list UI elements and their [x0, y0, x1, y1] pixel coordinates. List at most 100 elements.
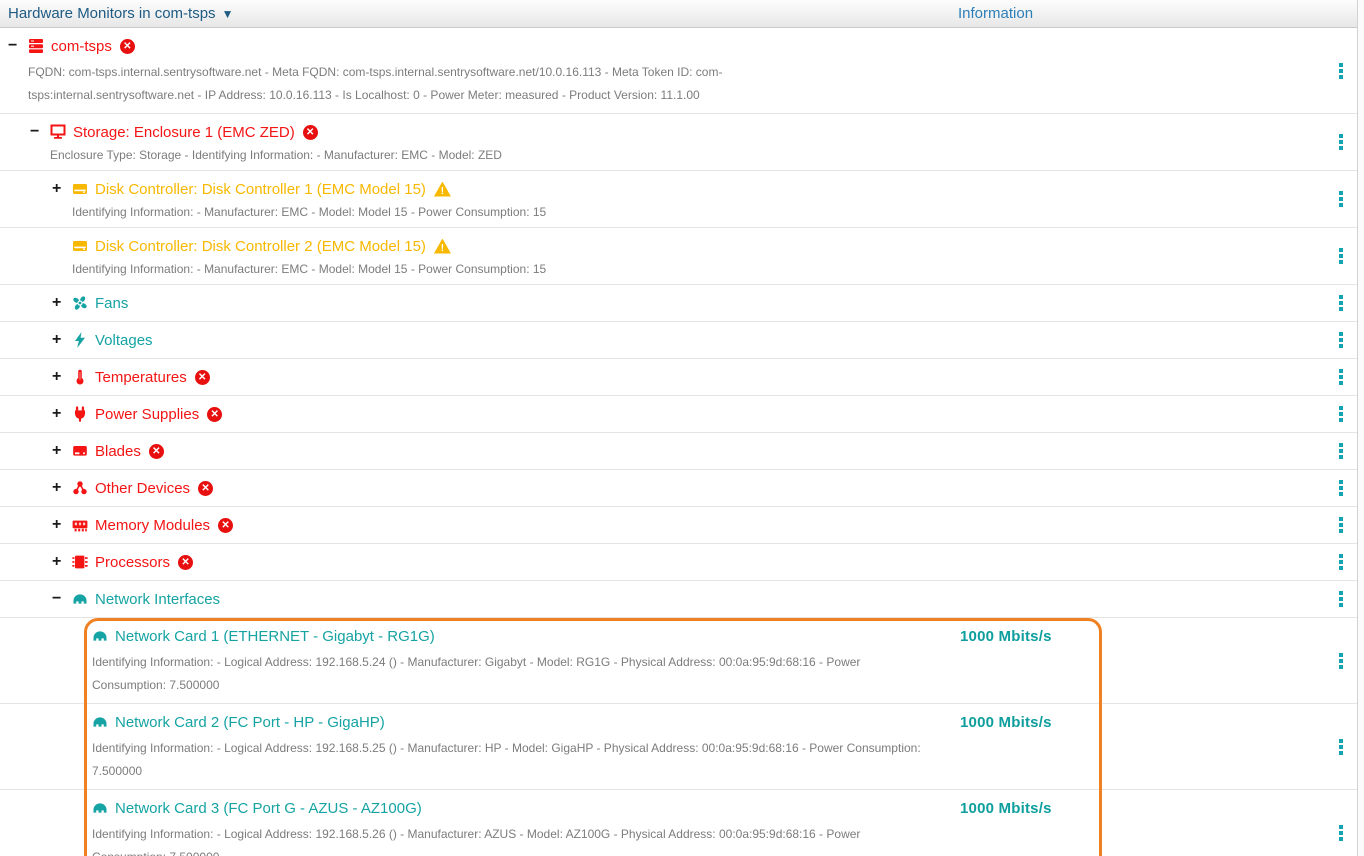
row-subtitle: FQDN: com-tsps.internal.sentrysoftware.n…	[28, 61, 806, 107]
disk-icon	[72, 238, 88, 254]
chevron-down-icon[interactable]: ▼	[222, 7, 234, 21]
expand-toggle[interactable]: +	[52, 182, 72, 196]
expand-toggle[interactable]: +	[52, 444, 72, 458]
expand-toggle[interactable]: −	[30, 125, 50, 139]
row-label[interactable]: com-tsps	[51, 38, 112, 55]
warning-badge-icon: !	[434, 239, 451, 254]
tree-row: + Disk Controller: Disk Controller 1 (EM…	[0, 171, 1357, 228]
plug-icon	[72, 406, 88, 422]
row-label[interactable]: Storage: Enclosure 1 (EMC ZED)	[73, 124, 295, 141]
kebab-menu-icon[interactable]	[1336, 440, 1346, 462]
error-badge-icon: ✕	[178, 555, 193, 570]
expand-toggle[interactable]: +	[52, 370, 72, 384]
row-subtitle: Enclosure Type: Storage - Identifying In…	[50, 147, 950, 164]
row-label[interactable]: Fans	[95, 295, 128, 312]
network-icon	[92, 800, 108, 816]
tree-row: − com-tsps ✕ FQDN: com-tsps.internal.sen…	[0, 28, 1357, 114]
devices-icon	[72, 480, 88, 496]
expand-toggle[interactable]: +	[52, 296, 72, 310]
error-badge-icon: ✕	[149, 444, 164, 459]
kebab-menu-icon[interactable]	[1336, 551, 1346, 573]
tree-row: Network Card 2 (FC Port - HP - GigaHP) I…	[0, 704, 1357, 790]
kebab-menu-icon[interactable]	[1336, 366, 1346, 388]
network-icon	[72, 591, 88, 607]
tree-row: + Blades ✕	[0, 433, 1357, 470]
network-icon	[92, 714, 108, 730]
kebab-menu-icon[interactable]	[1336, 292, 1346, 314]
kebab-menu-icon[interactable]	[1336, 245, 1346, 267]
tree-row: Network Card 1 (ETHERNET - Gigabyt - RG1…	[0, 618, 1357, 704]
page-title[interactable]: Hardware Monitors in com-tsps	[0, 5, 216, 22]
kebab-menu-icon[interactable]	[1336, 188, 1346, 210]
error-badge-icon: ✕	[120, 39, 135, 54]
kebab-menu-icon[interactable]	[1336, 477, 1346, 499]
warning-badge-icon: !	[434, 182, 451, 197]
error-badge-icon: ✕	[198, 481, 213, 496]
error-badge-icon: ✕	[303, 125, 318, 140]
row-value: 1000 Mbits/s	[960, 800, 1052, 817]
error-badge-icon: ✕	[195, 370, 210, 385]
error-badge-icon: ✕	[207, 407, 222, 422]
kebab-menu-icon[interactable]	[1336, 403, 1346, 425]
kebab-menu-icon[interactable]	[1336, 588, 1346, 610]
expand-toggle[interactable]: +	[52, 555, 72, 569]
expand-toggle[interactable]: +	[52, 518, 72, 532]
tree-row: + Power Supplies ✕	[0, 396, 1357, 433]
fan-icon	[72, 295, 88, 311]
tree-row: Disk Controller: Disk Controller 2 (EMC …	[0, 228, 1357, 285]
row-label[interactable]: Disk Controller: Disk Controller 1 (EMC …	[95, 181, 426, 198]
network-cards-group: Network Card 1 (ETHERNET - Gigabyt - RG1…	[0, 618, 1364, 856]
processor-icon	[72, 554, 88, 570]
memory-icon	[72, 517, 88, 533]
row-label[interactable]: Disk Controller: Disk Controller 2 (EMC …	[95, 238, 426, 255]
kebab-menu-icon[interactable]	[1336, 60, 1346, 82]
disk-icon	[72, 181, 88, 197]
kebab-menu-icon[interactable]	[1336, 650, 1346, 672]
expand-toggle[interactable]: +	[52, 481, 72, 495]
hardware-tree: − com-tsps ✕ FQDN: com-tsps.internal.sen…	[0, 28, 1357, 618]
tree-row: + Memory Modules ✕	[0, 507, 1357, 544]
bolt-icon	[72, 332, 88, 348]
tree-row: + Fans	[0, 285, 1357, 322]
kebab-menu-icon[interactable]	[1336, 822, 1346, 844]
scrollbar-track[interactable]	[1357, 0, 1364, 856]
row-label[interactable]: Temperatures	[95, 369, 187, 386]
kebab-menu-icon[interactable]	[1336, 514, 1346, 536]
row-label[interactable]: Network Card 2 (FC Port - HP - GigaHP)	[115, 714, 385, 731]
row-value: 1000 Mbits/s	[960, 628, 1052, 645]
expand-toggle[interactable]: −	[8, 39, 28, 53]
row-label[interactable]: Network Interfaces	[95, 591, 220, 608]
tree-row: + Voltages	[0, 322, 1357, 359]
row-subtitle: Identifying Information: - Logical Addre…	[92, 737, 937, 783]
monitor-icon	[50, 124, 66, 140]
tree-row: + Temperatures ✕	[0, 359, 1357, 396]
row-label[interactable]: Processors	[95, 554, 170, 571]
network-icon	[92, 628, 108, 644]
row-subtitle: Identifying Information: - Manufacturer:…	[72, 204, 972, 221]
tree-row: + Processors ✕	[0, 544, 1357, 581]
row-value: 1000 Mbits/s	[960, 714, 1052, 731]
row-label[interactable]: Blades	[95, 443, 141, 460]
row-label[interactable]: Network Card 3 (FC Port G - AZUS - AZ100…	[115, 800, 422, 817]
row-label[interactable]: Power Supplies	[95, 406, 199, 423]
expand-toggle[interactable]: −	[52, 592, 72, 606]
row-label[interactable]: Memory Modules	[95, 517, 210, 534]
server-icon	[28, 38, 44, 54]
tree-row: − Network Interfaces	[0, 581, 1357, 618]
panel-header: Hardware Monitors in com-tsps ▼ Informat…	[0, 0, 1357, 28]
thermometer-icon	[72, 369, 88, 385]
information-column-header: Information	[958, 5, 1033, 22]
kebab-menu-icon[interactable]	[1336, 736, 1346, 758]
row-label[interactable]: Other Devices	[95, 480, 190, 497]
kebab-menu-icon[interactable]	[1336, 329, 1346, 351]
tree-row: + Other Devices ✕	[0, 470, 1357, 507]
row-subtitle: Identifying Information: - Logical Addre…	[92, 823, 937, 856]
expand-toggle[interactable]: +	[52, 407, 72, 421]
row-subtitle: Identifying Information: - Manufacturer:…	[72, 261, 972, 278]
row-subtitle: Identifying Information: - Logical Addre…	[92, 651, 937, 697]
kebab-menu-icon[interactable]	[1336, 131, 1346, 153]
expand-toggle[interactable]: +	[52, 333, 72, 347]
row-label[interactable]: Voltages	[95, 332, 153, 349]
tree-row: Network Card 3 (FC Port G - AZUS - AZ100…	[0, 790, 1357, 856]
row-label[interactable]: Network Card 1 (ETHERNET - Gigabyt - RG1…	[115, 628, 435, 645]
